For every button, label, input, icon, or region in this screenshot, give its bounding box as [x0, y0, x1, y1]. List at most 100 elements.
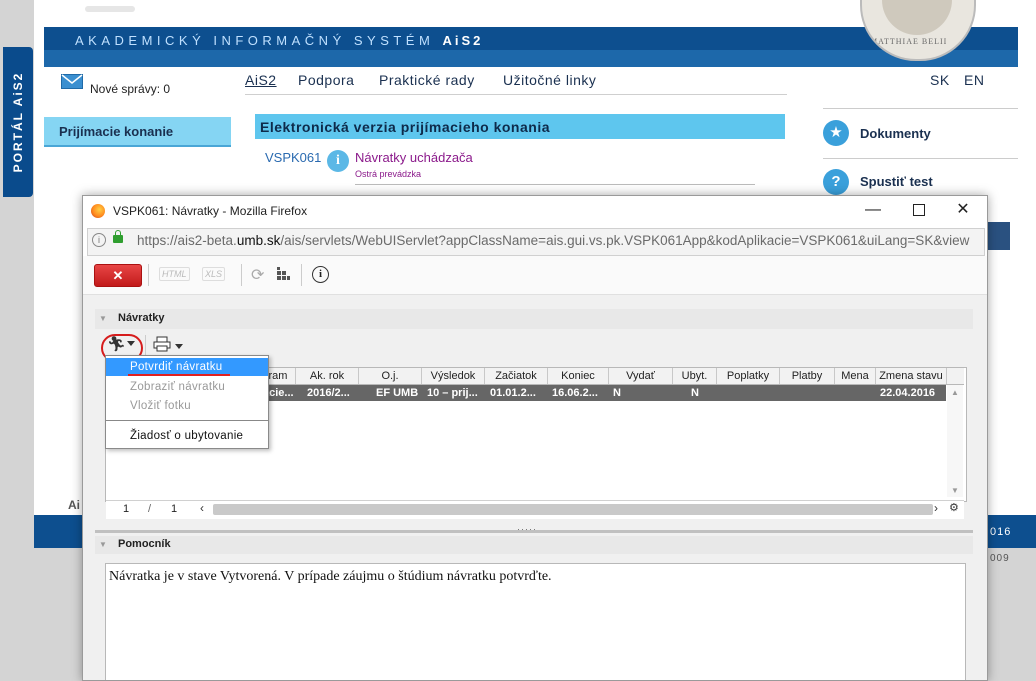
footer-year-secondary: 009 [990, 553, 1010, 564]
portal-side-tab-label: PORTÁL AiS2 [11, 71, 25, 173]
page-separator: / [148, 503, 152, 515]
url-host: umb.sk [236, 233, 281, 248]
running-person-icon[interactable]: 🏃︎ [107, 335, 126, 353]
documents-link[interactable]: Dokumenty [860, 126, 931, 141]
seal-text: MATTHIAE BELII [870, 37, 948, 46]
toolbar-separator [241, 264, 242, 286]
collapse-triangle-icon[interactable]: ▼ [99, 540, 107, 549]
mail-icon[interactable] [61, 74, 83, 89]
pomocnik-panel-title: Pomocník [118, 538, 171, 550]
right-divider [823, 158, 1018, 159]
table-settings-icon[interactable] [276, 267, 290, 281]
firefox-icon [91, 204, 105, 218]
column-header[interactable]: Výsledok [422, 368, 485, 384]
toolbar-separator [301, 264, 302, 286]
table-cell: 22.04.2016 [880, 387, 936, 399]
star-icon[interactable]: ★ [823, 120, 849, 146]
question-icon[interactable]: ? [823, 169, 849, 195]
menu-item-zobrazit-navratku[interactable]: Zobraziť návratku [106, 378, 268, 396]
gear-icon[interactable]: ⚙ [949, 501, 959, 514]
table-cell: N [613, 387, 621, 399]
scroll-left-icon[interactable]: ‹ [200, 501, 204, 515]
refresh-icon[interactable]: ⟳ [251, 265, 264, 285]
lang-en[interactable]: EN [964, 72, 984, 88]
scroll-down-icon[interactable]: ▼ [951, 486, 959, 495]
app-environment: Ostrá prevádzka [355, 169, 422, 179]
seal-portrait [882, 0, 952, 35]
nav-prakticke-rady[interactable]: Praktické rady [379, 72, 475, 88]
minimize-button[interactable]: — [853, 199, 893, 221]
app-title-link[interactable]: Návratky uchádzača [355, 150, 473, 165]
column-header[interactable]: O.j. [359, 368, 422, 384]
chevron-down-icon[interactable] [175, 344, 183, 349]
section-title: Elektronická verzia prijímacieho konania [260, 119, 550, 135]
close-app-button[interactable]: ✕ [94, 264, 142, 287]
nav-uzitocne-linky[interactable]: Užitočné linky [503, 72, 596, 88]
menu-item-ziadost-o-ubytovanie[interactable]: Žiadosť o ubytovanie [106, 427, 268, 445]
footer-left-text: Ai [68, 498, 80, 512]
column-header[interactable]: Poplatky [717, 368, 780, 384]
horizontal-scrollbar[interactable] [213, 504, 933, 515]
window-title: VSPK061: Návratky - Mozilla Firefox [113, 204, 308, 218]
splitter-handle-icon[interactable]: ····· [517, 524, 537, 534]
lock-icon[interactable] [113, 230, 123, 243]
navratky-panel-title: Návratky [118, 312, 165, 324]
url-prefix: https://ais2-beta. [137, 233, 237, 248]
column-header[interactable]: Platby [780, 368, 835, 384]
table-cell: 01.01.2... [490, 387, 536, 399]
column-header[interactable]: Zmena stavu [876, 368, 947, 384]
close-window-button[interactable]: ✕ [943, 199, 983, 221]
table-cell: N [691, 387, 699, 399]
lang-sk[interactable]: SK [930, 72, 950, 88]
maximize-icon [913, 204, 925, 216]
start-test-link[interactable]: Spustiť test [860, 174, 933, 189]
table-cell: 2016/2... [307, 387, 350, 399]
nav-ais2[interactable]: AiS2 [245, 72, 277, 88]
export-html-button[interactable]: HTML [159, 267, 190, 281]
maximize-button[interactable] [899, 199, 939, 221]
app-code-link[interactable]: VSPK061 [265, 150, 321, 165]
column-header[interactable]: Mena [835, 368, 876, 384]
page-total: 1 [171, 503, 178, 515]
table-cell: EF UMB [376, 387, 419, 399]
banner-ais: AiS2 [442, 33, 484, 48]
column-header[interactable]: Začiatok [485, 368, 548, 384]
column-header[interactable]: Ubyt. [673, 368, 717, 384]
menu-item-vlozit-fotku[interactable]: Vložiť fotku [106, 397, 268, 415]
help-info-icon[interactable]: i [312, 266, 329, 283]
header-decoration [85, 6, 135, 12]
toolbar-separator [145, 335, 146, 357]
scroll-up-icon[interactable]: ▲ [951, 388, 959, 397]
actions-dropdown-menu: Potvrdiť návratku Zobraziť návratku Vlož… [105, 355, 269, 449]
info-icon[interactable]: i [327, 150, 349, 172]
table-cell: 16.06.2... [552, 387, 598, 399]
vertical-scrollbar[interactable] [947, 385, 963, 497]
highlight-underline [128, 374, 230, 376]
banner-text: AKADEMICKÝ INFORMAČNÝ SYSTÉM [75, 33, 435, 48]
collapse-triangle-icon[interactable]: ▼ [99, 314, 107, 323]
toolbar-separator [148, 264, 149, 286]
navratky-panel-header[interactable] [95, 309, 973, 329]
app-divider [355, 184, 755, 185]
menu-separator [106, 420, 268, 421]
ais-banner-title: AKADEMICKÝ INFORMAČNÝ SYSTÉM AiS2 [75, 33, 483, 48]
column-header[interactable]: Ak. rok [296, 368, 359, 384]
table-cell: 10 – prij... [427, 387, 478, 399]
page-current[interactable]: 1 [123, 503, 129, 515]
site-info-icon[interactable]: i [92, 233, 106, 247]
chevron-down-icon[interactable] [127, 341, 135, 346]
column-header[interactable]: Koniec [548, 368, 609, 384]
url-path: /ais/servlets/WebUIServlet?appClassName=… [280, 233, 970, 248]
nav-divider [245, 94, 787, 95]
new-messages-link[interactable]: Nové správy: 0 [90, 82, 170, 96]
pomocnik-text: Návratka je v stave Vytvorená. V prípade… [109, 569, 552, 584]
export-xls-button[interactable]: XLS [202, 267, 226, 281]
pomocnik-panel-header[interactable] [95, 536, 973, 554]
nav-podpora[interactable]: Podpora [298, 72, 354, 88]
print-icon[interactable] [153, 336, 171, 352]
column-header[interactable]: Vydať [609, 368, 673, 384]
url-text[interactable]: https://ais2-beta.umb.sk/ais/servlets/We… [137, 233, 969, 248]
sidebar-item-label[interactable]: Prijímacie konanie [59, 124, 173, 139]
scroll-right-icon[interactable]: › [934, 501, 938, 515]
footer-year: 016 [990, 526, 1012, 538]
